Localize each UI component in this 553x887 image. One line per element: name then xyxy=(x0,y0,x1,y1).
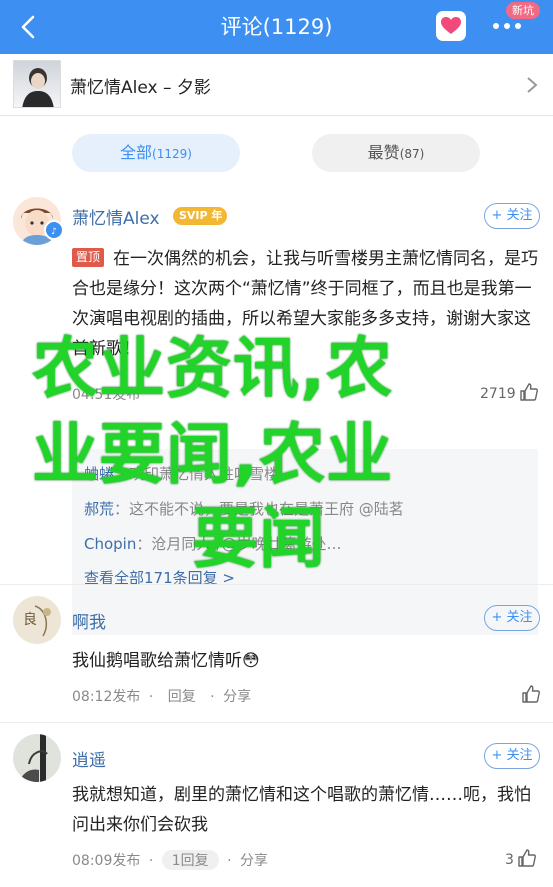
comment-username[interactable]: 啊我 xyxy=(72,608,106,633)
follow-button[interactable]: + 关注 xyxy=(484,743,540,769)
share-button[interactable]: 分享 xyxy=(223,689,251,705)
reply-button[interactable]: 1回复 xyxy=(161,850,219,870)
comment-item: 逍遥 + 关注 我就想知道，剧里的萧忆情和这个唱歌的萧忆情……呃，我怕问出来你们… xyxy=(0,722,553,887)
comment-item: 良 啊我 + 关注 我仙鹅唱歌给萧忆情听😳 08:12发布 · 回复 · 分享 xyxy=(0,584,553,721)
thumbs-up-icon xyxy=(522,685,540,703)
comment-meta: 08:09发布 · 1回复 · 分享 xyxy=(72,850,268,870)
pinned-badge: 置顶 xyxy=(72,248,105,267)
comment-time: 08:12发布 xyxy=(72,689,141,705)
favorite-button[interactable] xyxy=(436,11,466,41)
svip-badge: SVIP 年 xyxy=(173,207,227,225)
sort-tabs: 全部(1129) 最赞(87) xyxy=(0,116,553,184)
verified-icon: ♪ xyxy=(44,220,64,240)
follow-button[interactable]: + 关注 xyxy=(484,203,540,229)
reply-button[interactable]: 回复 xyxy=(162,686,202,706)
comment-text: 我仙鹅唱歌给萧忆情听😳 xyxy=(72,651,260,671)
heart-icon xyxy=(441,17,461,34)
overlay-text-line: 农业资讯,农 xyxy=(32,330,394,407)
song-row[interactable]: 萧忆情Alex – 夕影 xyxy=(0,54,553,116)
thumbs-up-icon xyxy=(518,849,536,867)
comment-text: 我就想知道，剧里的萧忆情和这个唱歌的萧忆情……呃，我怕问出来你们会砍我 xyxy=(72,785,531,835)
song-title: 萧忆情Alex – 夕影 xyxy=(70,78,211,98)
avatar[interactable] xyxy=(13,734,61,782)
like-button[interactable]: 2719 xyxy=(480,382,539,402)
avatar[interactable]: 良 xyxy=(13,596,61,644)
tab-most-liked[interactable]: 最赞(87) xyxy=(312,134,480,172)
overlay-text-line: 要闻 xyxy=(192,500,326,577)
overlay-text-line: 业要闻,农业 xyxy=(32,416,394,493)
song-cover-image xyxy=(13,60,61,108)
chevron-right-icon xyxy=(527,77,538,93)
share-button[interactable]: 分享 xyxy=(240,853,268,869)
top-bar: 评论(1129) 新坑 xyxy=(0,0,553,54)
new-badge: 新坑 xyxy=(506,2,540,19)
comment-username[interactable]: 逍遥 xyxy=(72,746,106,771)
comment-username[interactable]: 萧忆情Alex xyxy=(72,204,160,229)
follow-button[interactable]: + 关注 xyxy=(484,605,540,631)
thumbs-up-icon xyxy=(519,383,538,401)
comment-meta: 08:12发布 · 回复 · 分享 xyxy=(72,686,251,706)
like-button[interactable] xyxy=(518,684,541,704)
like-button[interactable]: 3 xyxy=(505,848,537,868)
page-title: 评论(1129) xyxy=(220,15,333,39)
svg-text:良: 良 xyxy=(23,612,37,628)
comment-time: 08:09发布 xyxy=(72,853,141,869)
tab-all[interactable]: 全部(1129) xyxy=(72,134,240,172)
